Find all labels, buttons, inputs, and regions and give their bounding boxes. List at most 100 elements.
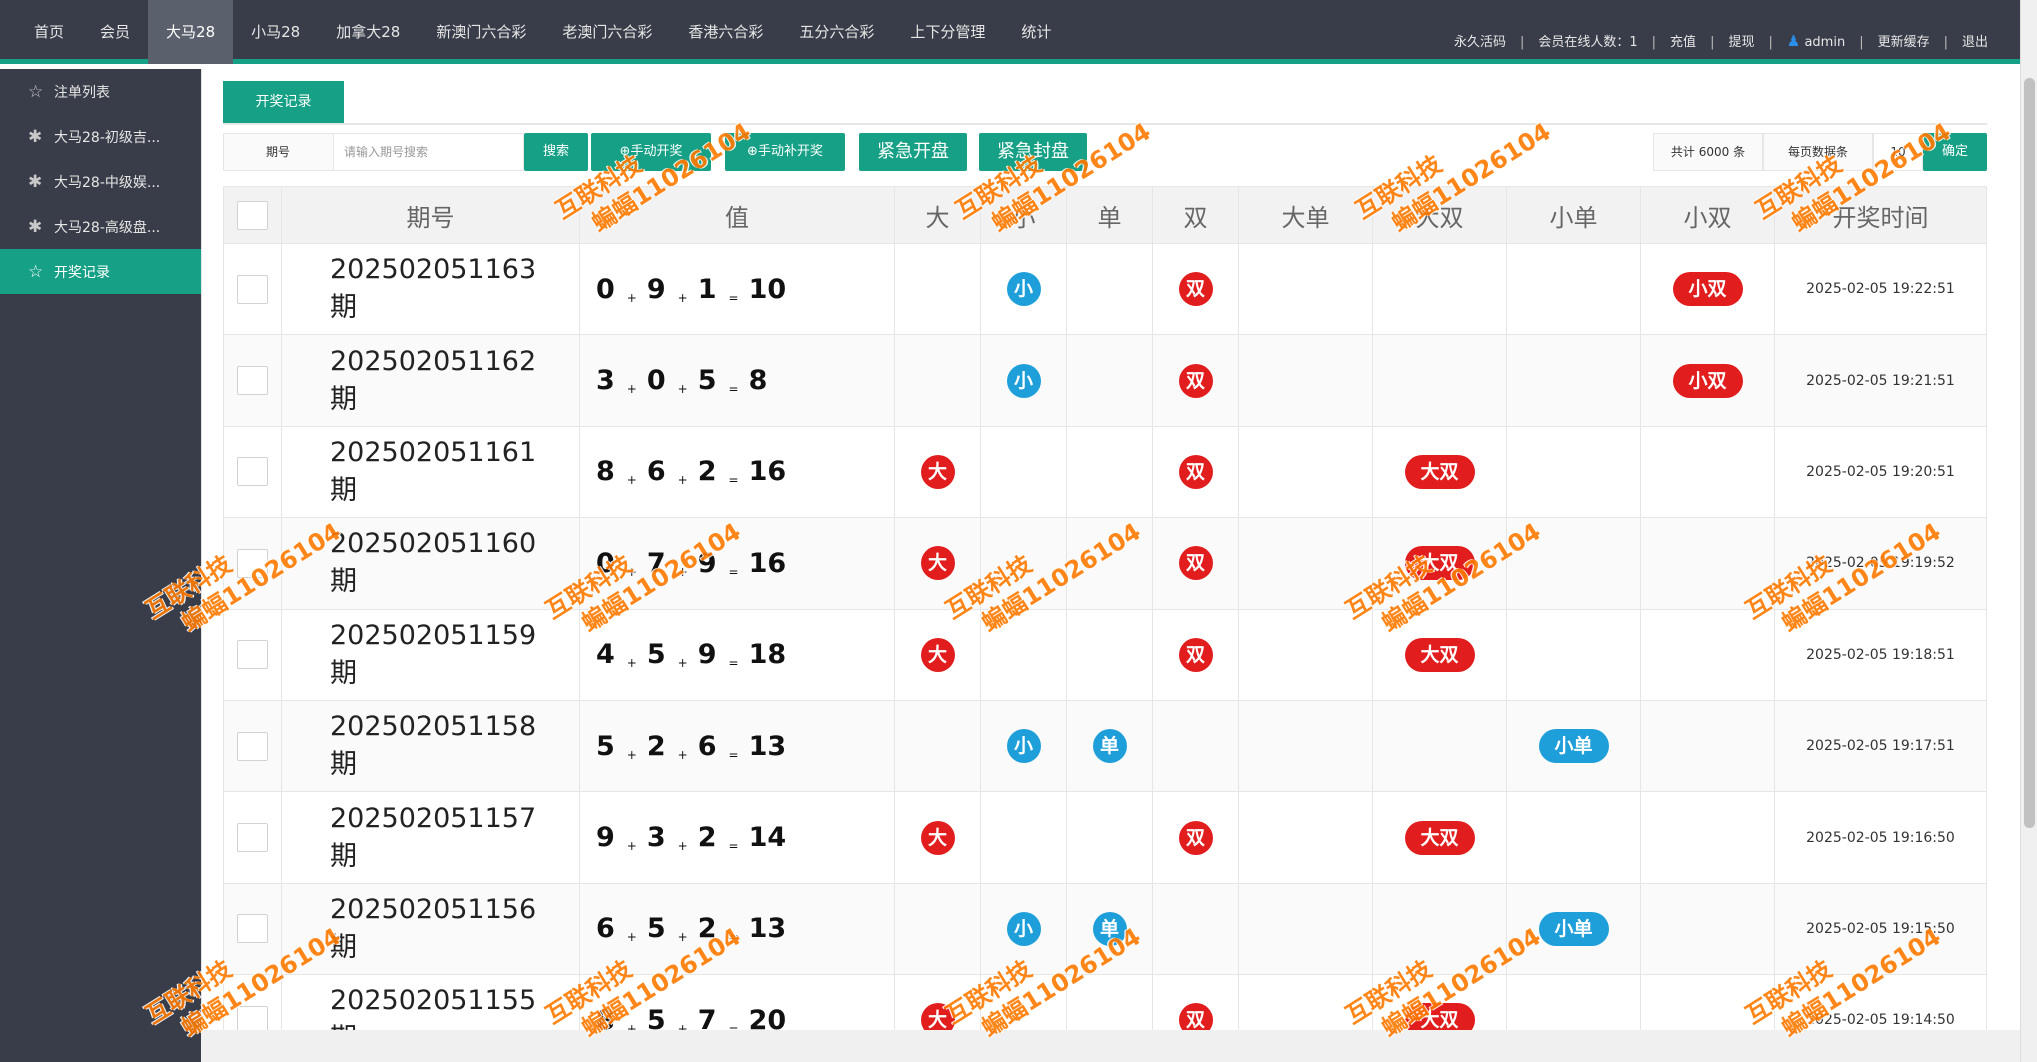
- small-cell: [980, 791, 1067, 884]
- nav-item[interactable]: 加拿大28: [318, 0, 418, 64]
- nav-item[interactable]: 新澳门六合彩: [418, 0, 544, 64]
- odd-cell: [1066, 791, 1153, 884]
- draw-number: 1: [697, 273, 717, 305]
- value-cell: 9 +3 +2 = 14: [579, 791, 895, 884]
- result-badge: 大双: [1404, 454, 1475, 489]
- sidebar-item[interactable]: ✱ 大马28-高级盘...: [0, 204, 201, 249]
- small-even-cell: [1640, 608, 1775, 701]
- nav-item[interactable]: 会员: [82, 0, 148, 64]
- issue-cell: 202502051163 期: [281, 242, 580, 336]
- big-cell: [894, 334, 981, 427]
- header-draw-time: 开奖时间: [1774, 186, 1987, 244]
- sidebar-item-label: 注单列表: [54, 84, 110, 101]
- user-menu[interactable]: ♟ admin: [1773, 32, 1859, 50]
- plus-sign: +: [626, 930, 637, 945]
- nav-item[interactable]: 五分六合彩: [781, 0, 892, 64]
- big-even-cell: 大双: [1372, 425, 1507, 519]
- nav-item[interactable]: 统计: [1003, 0, 1069, 64]
- even-cell: 双: [1152, 334, 1239, 427]
- small-cell: 小: [980, 882, 1067, 976]
- issue-search-input[interactable]: [334, 133, 524, 171]
- tab-draw-records[interactable]: 开奖记录: [223, 81, 344, 123]
- row-checkbox[interactable]: [237, 823, 268, 853]
- logout-link[interactable]: 退出: [1948, 31, 2002, 50]
- emergency-open-button[interactable]: 紧急开盘: [859, 133, 967, 171]
- nav-item[interactable]: 小马28: [233, 0, 318, 64]
- draw-time-cell: 2025-02-05 19:20:51: [1774, 425, 1987, 519]
- checkbox-cell: [223, 425, 282, 519]
- small-odd-cell: [1506, 242, 1641, 336]
- row-checkbox[interactable]: [237, 731, 268, 761]
- row-checkbox[interactable]: [237, 914, 268, 944]
- big-even-cell: 大双: [1372, 791, 1507, 884]
- row-checkbox[interactable]: [237, 274, 268, 304]
- sidebar-item[interactable]: ☆ 注单列表: [0, 69, 201, 114]
- recharge-link[interactable]: 充值: [1656, 31, 1710, 50]
- manual-redraw-button[interactable]: ⊕手动补开奖: [725, 133, 845, 171]
- refresh-cache-link[interactable]: 更新缓存: [1864, 31, 1944, 50]
- draw-time-cell: 2025-02-05 19:18:51: [1774, 608, 1987, 701]
- select-all-checkbox[interactable]: [237, 200, 268, 230]
- per-page-input[interactable]: 10: [1873, 133, 1923, 171]
- result-badge: 大双: [1404, 637, 1475, 672]
- row-checkbox[interactable]: [237, 640, 268, 670]
- table-row: 202502051159 期 4 +5 +9 = 18 大双大双 2025-02-05 19:1…: [223, 608, 1987, 701]
- horizontal-scrollbar[interactable]: [201, 1030, 2020, 1062]
- row-checkbox[interactable]: [237, 457, 268, 487]
- big-cell: [894, 242, 981, 336]
- plus-sign: +: [626, 564, 637, 579]
- result-badge: 双: [1178, 272, 1213, 307]
- small-odd-cell: [1506, 608, 1641, 701]
- small-even-cell: [1640, 425, 1775, 519]
- plus-sign: +: [677, 656, 688, 671]
- equals-sign: =: [728, 564, 739, 579]
- draw-time-cell: 2025-02-05 19:16:50: [1774, 791, 1987, 884]
- activation-link[interactable]: 永久活码: [1440, 31, 1520, 50]
- nav-item[interactable]: 大马28: [148, 0, 234, 64]
- result-badge: 小: [1006, 363, 1041, 398]
- issue-number: 202502051160: [330, 528, 537, 560]
- nav-item[interactable]: 香港六合彩: [670, 0, 781, 64]
- manual-draw-button[interactable]: ⊕手动开奖: [591, 133, 711, 171]
- issue-suffix: 期: [330, 474, 357, 506]
- odd-cell: [1066, 242, 1153, 336]
- even-cell: 双: [1152, 242, 1239, 336]
- star-icon: ☆: [28, 81, 44, 102]
- row-checkbox[interactable]: [237, 366, 268, 396]
- table-row: 202502051162 期 3 +0 +5 = 8 小双小双 2025-02-05 19:21…: [223, 334, 1987, 427]
- header-small: 小: [980, 186, 1067, 244]
- confirm-button[interactable]: 确定: [1923, 133, 1987, 171]
- star-icon: ☆: [28, 261, 44, 282]
- withdraw-link[interactable]: 提现: [1714, 31, 1768, 50]
- draw-sum: 16: [748, 456, 787, 488]
- issue-number: 202502051161: [330, 436, 537, 468]
- big-even-cell: 大双: [1372, 517, 1507, 610]
- scrollbar-thumb[interactable]: [2024, 78, 2035, 828]
- vertical-scrollbar[interactable]: [2020, 0, 2037, 1062]
- issue-number: 202502051156: [330, 893, 537, 925]
- even-cell: 双: [1152, 425, 1239, 519]
- gear-icon: ✱: [28, 171, 43, 192]
- sidebar-item[interactable]: ✱ 大马28-初级吉...: [0, 114, 201, 159]
- nav-item[interactable]: 上下分管理: [892, 0, 1003, 64]
- big-even-cell: [1372, 882, 1507, 976]
- nav-item[interactable]: 老澳门六合彩: [544, 0, 670, 64]
- nav-item[interactable]: 首页: [16, 0, 82, 64]
- draw-number: 9: [697, 639, 717, 671]
- sidebar-item[interactable]: ☆ 开奖记录: [0, 249, 201, 294]
- issue-suffix: 期: [330, 657, 357, 689]
- value-cell: 5 +2 +6 = 13: [579, 699, 895, 793]
- row-checkbox[interactable]: [237, 548, 268, 578]
- plus-sign: +: [626, 473, 637, 488]
- table-header-row: 期号 值 大 小 单 双 大单 大双 小单 小双 开奖时间: [223, 186, 1987, 244]
- even-cell: 双: [1152, 608, 1239, 701]
- plus-sign: +: [677, 564, 688, 579]
- value-cell: 3 +0 +5 = 8: [579, 334, 895, 427]
- checkbox-cell: [223, 242, 282, 336]
- big-cell: [894, 882, 981, 976]
- search-button[interactable]: 搜索: [524, 133, 588, 171]
- sidebar-item[interactable]: ✱ 大马28-中级娱...: [0, 159, 201, 204]
- emergency-close-button[interactable]: 紧急封盘: [979, 133, 1087, 171]
- tab-bar: 开奖记录: [223, 81, 1987, 125]
- draw-number: 0: [646, 365, 666, 397]
